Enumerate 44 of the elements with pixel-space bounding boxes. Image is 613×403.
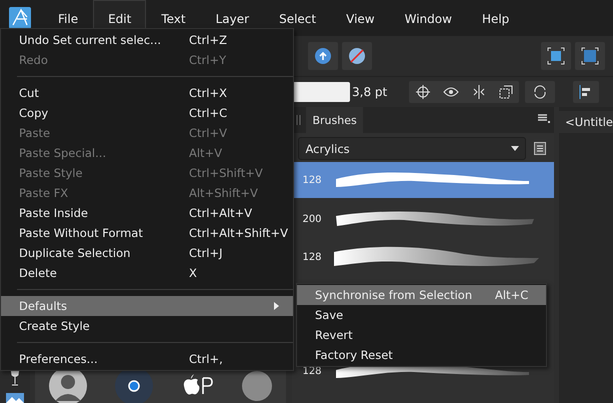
circle-icon xyxy=(242,371,272,401)
brush-item[interactable]: 128 xyxy=(292,238,554,276)
menu-title[interactable]: View xyxy=(331,0,390,36)
toolbar-button[interactable] xyxy=(541,42,571,70)
stroke-width-value: 3,8 pt xyxy=(352,85,388,99)
panel-tab[interactable]: Brushes xyxy=(306,107,363,133)
menu-item[interactable]: Synchronise from Selection Alt+C xyxy=(297,285,546,305)
menu-item[interactable]: Paste Without Format Ctrl+Alt+Shift+V xyxy=(1,223,293,243)
image-icon xyxy=(6,393,24,403)
list-icon[interactable] xyxy=(534,142,546,155)
menu-item[interactable]: Duplicate Selection Ctrl+J xyxy=(1,243,293,263)
menu-item[interactable]: Cut Ctrl+X xyxy=(1,83,293,103)
toolbar-button-group[interactable] xyxy=(409,81,520,103)
menu-title[interactable]: Window xyxy=(390,0,467,36)
menu-item[interactable]: Defaults xyxy=(1,296,293,316)
brush-item[interactable]: 200 xyxy=(292,200,554,238)
toolbar-button[interactable] xyxy=(342,42,372,70)
menu-item[interactable]: Paste Inside Ctrl+Alt+V xyxy=(1,203,293,223)
brush-size: 128 xyxy=(302,252,322,262)
eye-icon xyxy=(442,86,459,98)
app-logo-icon[interactable] xyxy=(9,7,31,29)
caret-icon xyxy=(511,146,520,151)
sync-icon xyxy=(533,85,548,99)
menu-item[interactable]: Copy Ctrl+C xyxy=(1,103,293,123)
flip-icon xyxy=(472,85,486,99)
submenu-arrow-icon xyxy=(274,302,279,310)
brush-size: 128 xyxy=(302,174,322,186)
crosshair-icon xyxy=(416,85,430,99)
category-dropdown[interactable]: Acrylics xyxy=(298,137,526,160)
menu-title[interactable]: Help xyxy=(466,0,524,36)
menu-item[interactable]: Create Style xyxy=(1,316,293,336)
brush-size: 200 xyxy=(302,214,322,224)
toolbar-button[interactable] xyxy=(575,42,605,70)
toolbar-button[interactable] xyxy=(573,81,600,103)
toolbar-button[interactable] xyxy=(525,81,556,103)
brush-size: 128 xyxy=(302,366,322,376)
menu-item[interactable]: Save xyxy=(297,305,546,325)
document-tab[interactable]: <Untitle xyxy=(559,111,613,133)
transform-icon xyxy=(498,85,513,99)
menu-item[interactable]: Factory Reset xyxy=(297,345,546,365)
menu-item[interactable]: Preferences... Ctrl+, xyxy=(1,349,293,369)
menu-item[interactable]: Delete X xyxy=(1,263,293,283)
menu-item[interactable]: Revert xyxy=(297,325,546,345)
toolbar-button[interactable] xyxy=(308,42,338,70)
